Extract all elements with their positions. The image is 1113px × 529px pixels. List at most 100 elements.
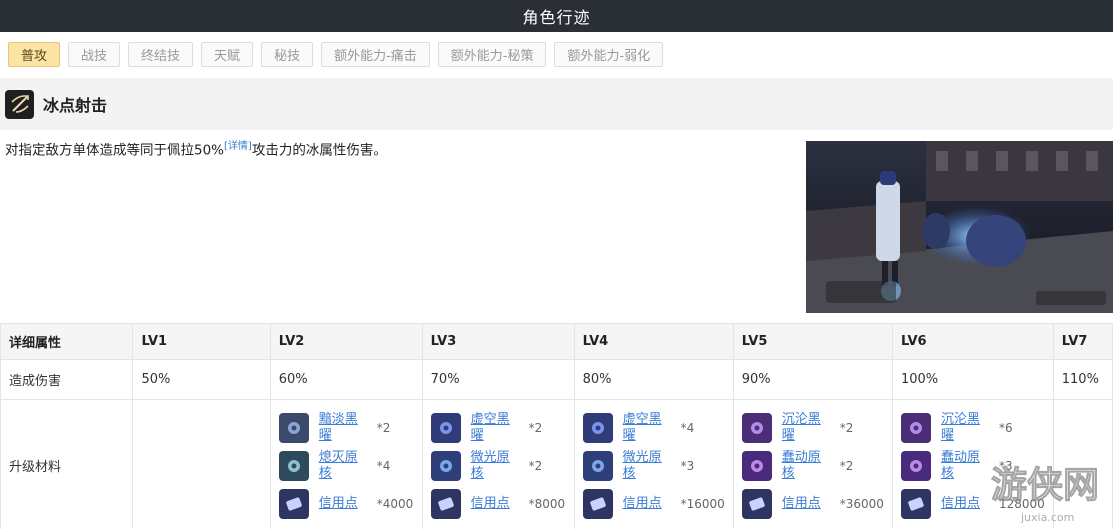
damage-label: 造成伤害	[0, 359, 134, 400]
material-count: *2	[528, 458, 543, 473]
materials-cell	[1052, 399, 1113, 529]
material-item: 微光原核 *2	[430, 450, 566, 482]
damage-row: 造成伤害 50% 60% 70% 80% 90% 100% 110%	[0, 359, 1113, 400]
level-header: LV3	[421, 323, 575, 360]
material-name-link[interactable]: 黯淡黑曜	[319, 412, 369, 444]
squirming-core-icon	[741, 450, 772, 481]
material-name-link[interactable]: 信用点	[319, 496, 369, 512]
material-item: 信用点 *16000	[582, 488, 725, 520]
materials-cell: 沉沦黑曜 *6 蠢动原核 *3 信用点 128000	[891, 399, 1054, 529]
materials-cell	[132, 399, 271, 529]
credit-icon	[900, 488, 931, 519]
materials-label: 升级材料	[0, 399, 134, 529]
glimmer-core-icon	[430, 450, 461, 481]
detail-link[interactable]: [详情]	[224, 141, 252, 152]
tab-1[interactable]: 战技	[68, 41, 121, 67]
materials-cell: 黯淡黑曜 *2 熄灭原核 *4 信用点 *4000	[269, 399, 423, 529]
material-count: *2	[839, 420, 854, 435]
material-count: *6	[998, 420, 1013, 435]
material-count: *4000	[376, 496, 414, 511]
material-name-link[interactable]: 信用点	[782, 496, 832, 512]
material-count: *4	[680, 420, 695, 435]
materials-list: 沉沦黑曜 *6 蠢动原核 *3 信用点 128000	[900, 412, 1045, 520]
tab-0[interactable]: 普攻	[8, 41, 61, 67]
glimmer-core-icon	[582, 450, 613, 481]
void-obsidian-icon	[582, 412, 613, 443]
material-count: *4	[376, 458, 391, 473]
credit-icon	[278, 488, 309, 519]
material-count: *16000	[680, 496, 725, 511]
materials-list: 虚空黑曜 *4 微光原核 *3 信用点 *16000	[582, 412, 725, 520]
credit-icon	[741, 488, 772, 519]
material-name-link[interactable]: 熄灭原核	[319, 450, 369, 482]
material-item: 熄灭原核 *4	[278, 450, 414, 482]
material-item: 信用点 *4000	[278, 488, 414, 520]
material-name-link[interactable]: 蠢动原核	[782, 450, 832, 482]
page-title-bar: 角色行迹	[0, 0, 1113, 32]
skill-tabs: 普攻 战技 终结技 天赋 秘技 额外能力-痛击 额外能力-秘策 额外能力-弱化	[0, 32, 1113, 76]
material-count: *8000	[528, 496, 566, 511]
header-label: 详细属性	[0, 323, 134, 360]
level-header: LV2	[269, 323, 423, 360]
void-obsidian-icon	[430, 412, 461, 443]
material-name-link[interactable]: 信用点	[941, 496, 991, 512]
material-item: 黯淡黑曜 *2	[278, 412, 414, 444]
materials-cell: 虚空黑曜 *4 微光原核 *3 信用点 *16000	[573, 399, 734, 529]
skill-header: 冰点射击	[0, 78, 1113, 130]
material-name-link[interactable]: 虚空黑曜	[623, 412, 673, 444]
table-header-row: 详细属性 LV1 LV2 LV3 LV4 LV5 LV6 LV7	[0, 323, 1113, 360]
material-name-link[interactable]: 沉沦黑曜	[941, 412, 991, 444]
material-name-link[interactable]: 蠢动原核	[941, 450, 991, 482]
material-count: *3	[998, 458, 1013, 473]
description-text-before: 对指定敌方单体造成等同于佩拉50%	[5, 142, 225, 159]
level-header: LV6	[891, 323, 1054, 360]
material-item: 蠢动原核 *2	[741, 450, 884, 482]
material-count: 128000	[998, 496, 1045, 511]
damage-value: 90%	[732, 359, 893, 400]
material-item: 信用点 *8000	[430, 488, 566, 520]
material-name-link[interactable]: 信用点	[471, 496, 521, 512]
material-name-link[interactable]: 微光原核	[471, 450, 521, 482]
level-header: LV7	[1052, 323, 1113, 360]
material-item: 虚空黑曜 *4	[582, 412, 725, 444]
crossbow-icon	[5, 89, 34, 119]
material-count: *36000	[839, 496, 884, 511]
page-title: 角色行迹	[522, 8, 591, 27]
material-item: 虚空黑曜 *2	[430, 412, 566, 444]
material-name-link[interactable]: 信用点	[623, 496, 673, 512]
skill-description: 对指定敌方单体造成等同于佩拉50%[详情]攻击力的冰属性伤害。	[5, 137, 387, 159]
materials-list: 沉沦黑曜 *2 蠢动原核 *2 信用点 *36000	[741, 412, 884, 520]
damage-value: 50%	[132, 359, 271, 400]
dark-obsidian-icon	[278, 412, 309, 443]
extinguished-core-icon	[278, 450, 309, 481]
material-item: 蠢动原核 *3	[900, 450, 1045, 482]
sunken-obsidian-icon	[741, 412, 772, 443]
materials-list: 黯淡黑曜 *2 熄灭原核 *4 信用点 *4000	[278, 412, 414, 520]
damage-value: 100%	[891, 359, 1054, 400]
material-name-link[interactable]: 微光原核	[623, 450, 673, 482]
material-item: 沉沦黑曜 *2	[741, 412, 884, 444]
tab-5[interactable]: 额外能力-痛击	[321, 41, 430, 67]
skill-attribute-table: 详细属性 LV1 LV2 LV3 LV4 LV5 LV6 LV7 造成伤害 50…	[0, 323, 1113, 529]
tab-2[interactable]: 终结技	[128, 41, 194, 67]
material-item: 沉沦黑曜 *6	[900, 412, 1045, 444]
tab-6[interactable]: 额外能力-秘策	[437, 41, 547, 67]
material-item: 信用点 *36000	[741, 488, 884, 520]
tab-7[interactable]: 额外能力-弱化	[554, 41, 664, 67]
material-count: *2	[376, 420, 391, 435]
level-header: LV4	[573, 323, 734, 360]
materials-cell: 沉沦黑曜 *2 蠢动原核 *2 信用点 *36000	[732, 399, 893, 529]
material-item: 信用点 128000	[900, 488, 1045, 520]
level-header: LV5	[732, 323, 893, 360]
skill-name: 冰点射击	[43, 96, 108, 115]
tab-3[interactable]: 天赋	[201, 41, 254, 67]
squirming-core-icon	[900, 450, 931, 481]
materials-row: 升级材料 黯淡黑曜 *2 熄灭原核 *4 信用点 *4000 虚空黑曜 *2 微光原核 *2 信用点…	[0, 399, 1113, 529]
damage-value: 60%	[269, 359, 423, 400]
level-header: LV1	[132, 323, 271, 360]
skill-preview-image	[806, 141, 1113, 313]
material-name-link[interactable]: 沉沦黑曜	[782, 412, 832, 444]
tab-4[interactable]: 秘技	[261, 41, 314, 67]
damage-value: 110%	[1052, 359, 1113, 400]
material-name-link[interactable]: 虚空黑曜	[471, 412, 521, 444]
